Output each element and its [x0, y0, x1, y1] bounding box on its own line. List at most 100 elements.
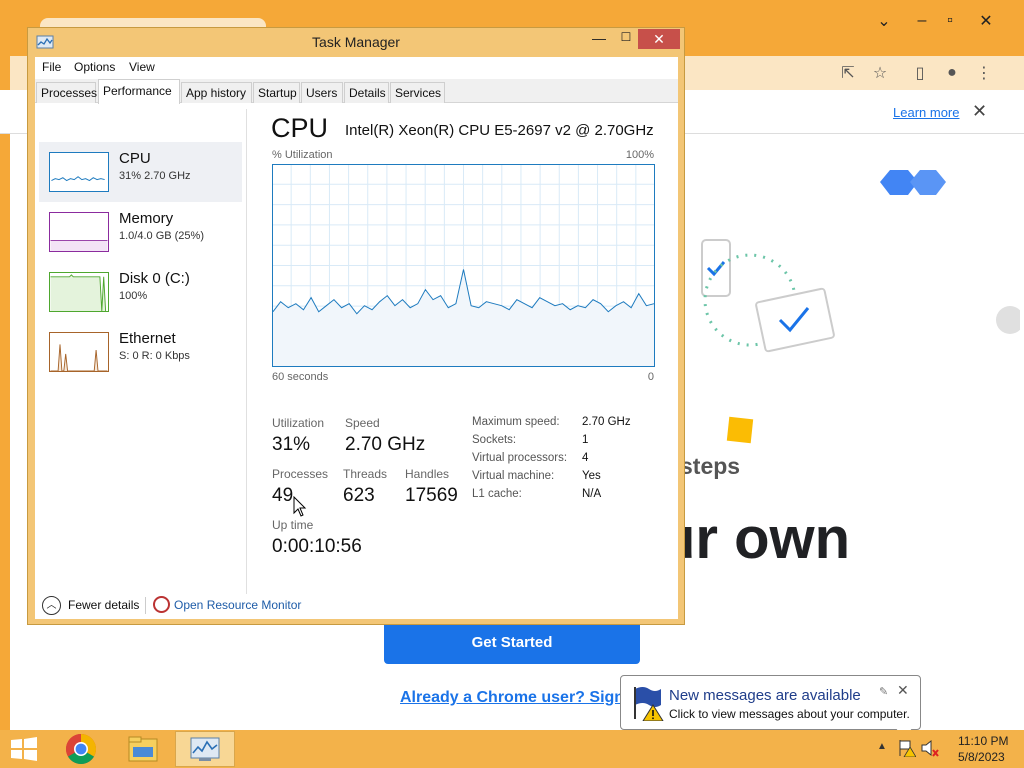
share-icon[interactable]: ⇱ — [834, 60, 862, 86]
chevron-up-icon[interactable]: ︿ — [42, 596, 61, 615]
resource-detail: 31% 2.70 GHz — [119, 170, 191, 182]
utilization-axis-label: % Utilization — [272, 149, 333, 161]
notification-text: Click to view messages about your comput… — [669, 707, 910, 721]
learn-more-link[interactable]: Learn more — [893, 105, 959, 120]
bookmark-star-icon[interactable]: ☆ — [866, 60, 894, 86]
side-panel-icon[interactable]: ▯ — [906, 60, 934, 86]
handles-value: 17569 — [405, 485, 458, 506]
menu-file[interactable]: File — [42, 60, 61, 74]
action-center-tray-icon[interactable] — [898, 739, 916, 757]
task-manager-client: File Options View Processes Performance … — [35, 57, 678, 619]
profile-avatar-icon[interactable]: ● — [938, 60, 966, 86]
notification-settings-icon[interactable]: ✎ — [879, 685, 888, 698]
welcome-illustration — [701, 170, 1020, 444]
tab-bar: Processes Performance App history Startu… — [35, 79, 678, 104]
resource-ethernet[interactable]: Ethernet S: 0 R: 0 Kbps — [39, 322, 242, 382]
notification-close-icon[interactable]: ✕ — [897, 682, 909, 699]
taskbar-chrome[interactable] — [51, 731, 111, 767]
open-resource-monitor-link[interactable]: Open Resource Monitor — [174, 598, 301, 612]
fewer-details-button[interactable]: Fewer details — [68, 598, 139, 612]
resource-name: Memory — [119, 210, 174, 227]
spec-key: Sockets: — [472, 434, 517, 446]
task-manager-footer: ︿ Fewer details Open Resource Monitor — [35, 594, 678, 619]
spec-value: N/A — [582, 488, 602, 500]
graph-time-span: 60 seconds — [272, 371, 329, 383]
clock-date[interactable]: 5/8/2023 — [958, 750, 1005, 764]
cpu-detail-pane: CPU Intel(R) Xeon(R) CPU E5-2697 v2 @ 2.… — [247, 104, 678, 584]
action-center-flag-icon — [634, 687, 664, 721]
notification-title: New messages are available — [669, 687, 861, 704]
threads-label: Threads — [343, 467, 388, 481]
graph-time-end: 0 — [647, 371, 654, 383]
disk-thumbnail — [49, 272, 109, 312]
chrome-maximize-button[interactable]: ▫ — [930, 8, 970, 34]
tab-services[interactable]: Services — [390, 82, 445, 103]
minimize-button[interactable]: — — [586, 30, 612, 50]
tab-processes[interactable]: Processes — [36, 82, 97, 103]
handles-label: Handles — [405, 467, 450, 481]
notification-balloon[interactable]: New messages are available Click to view… — [620, 675, 921, 740]
tab-details[interactable]: Details — [344, 82, 389, 103]
utilization-label: Utilization — [272, 416, 325, 430]
steps-text: steps — [680, 453, 741, 479]
close-button[interactable]: ✕ — [638, 29, 680, 49]
resource-detail: S: 0 R: 0 Kbps — [119, 350, 190, 362]
uptime-label: Up time — [272, 518, 314, 532]
tab-performance[interactable]: Performance — [98, 79, 180, 104]
spec-key: Maximum speed: — [472, 416, 560, 428]
spec-key: Virtual machine: — [472, 470, 555, 482]
speed-label: Speed — [345, 416, 380, 430]
get-started-button[interactable]: Get Started — [384, 620, 640, 664]
resource-monitor-icon[interactable] — [153, 596, 170, 613]
task-manager-window: Task Manager — ☐ ✕ File Options View Pro… — [27, 27, 685, 625]
spec-value: 4 — [582, 452, 589, 464]
tab-startup[interactable]: Startup — [253, 82, 300, 103]
chrome-menu-icon[interactable]: ⋮ — [970, 60, 998, 86]
volume-muted-icon[interactable] — [921, 738, 939, 758]
resource-name: Ethernet — [119, 330, 176, 347]
menu-options[interactable]: Options — [74, 60, 115, 74]
cpu-thumbnail — [49, 152, 109, 192]
footer-separator — [145, 597, 146, 614]
resource-cpu[interactable]: CPU 31% 2.70 GHz — [39, 142, 242, 202]
chrome-close-button[interactable]: ✕ — [966, 8, 1006, 34]
welcome-heading: ur own — [660, 506, 851, 571]
chrome-left-edge — [0, 56, 10, 730]
signin-link[interactable]: Already a Chrome user? Sign in — [400, 689, 625, 707]
detail-title: CPU — [271, 113, 329, 143]
windows-start-icon[interactable] — [9, 737, 39, 761]
resource-memory[interactable]: Memory 1.0/4.0 GB (25%) — [39, 202, 242, 262]
cpu-model: Intel(R) Xeon(R) CPU E5-2697 v2 @ 2.70GH… — [345, 122, 654, 139]
resource-disk[interactable]: Disk 0 (C:) 100% — [39, 262, 242, 322]
taskbar-task-manager[interactable] — [175, 731, 235, 767]
spec-value: 2.70 GHz — [582, 416, 631, 428]
cpu-utilization-graph — [272, 164, 655, 367]
folder-icon — [128, 736, 158, 762]
menu-view[interactable]: View — [129, 60, 155, 74]
taskbar: ▲ 11:10 PM 5/8/2023 — [0, 730, 1024, 768]
mouse-cursor-icon — [293, 496, 307, 517]
spec-value: Yes — [582, 470, 601, 482]
infobar-close-icon[interactable]: ✕ — [972, 101, 987, 122]
memory-thumbnail — [49, 212, 109, 252]
threads-value: 623 — [343, 485, 375, 506]
tab-search-icon[interactable]: ⌄ — [864, 8, 904, 34]
utilization-value: 31% — [272, 434, 311, 455]
show-hidden-icons-icon[interactable]: ▲ — [877, 741, 887, 752]
tab-app-history[interactable]: App history — [181, 82, 252, 103]
task-manager-titlebar[interactable]: Task Manager — ☐ ✕ — [28, 28, 684, 56]
processes-label: Processes — [272, 467, 329, 481]
resource-name: CPU — [119, 150, 151, 167]
maximize-button[interactable]: ☐ — [613, 30, 639, 50]
menu-bar: File Options View — [35, 57, 678, 79]
speed-value: 2.70 GHz — [345, 434, 426, 455]
spec-value: 1 — [582, 434, 589, 446]
resource-name: Disk 0 (C:) — [119, 270, 190, 287]
spec-key: L1 cache: — [472, 488, 522, 500]
taskbar-file-explorer[interactable] — [113, 731, 173, 767]
tab-users[interactable]: Users — [301, 82, 343, 103]
clock-time[interactable]: 11:10 PM — [958, 734, 1008, 748]
processes-value: 49 — [272, 485, 294, 506]
ethernet-thumbnail — [49, 332, 109, 372]
chrome-icon — [65, 734, 97, 765]
